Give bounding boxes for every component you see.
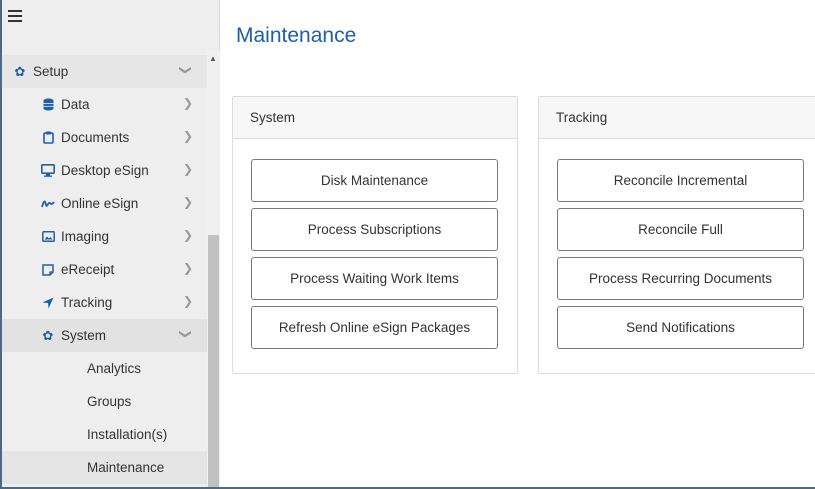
sidebar-item-installations[interactable]: Installation(s) xyxy=(2,418,207,451)
scrollbar-thumb[interactable] xyxy=(208,235,219,487)
chevron-right-icon: ❯ xyxy=(182,228,193,242)
signature-icon xyxy=(40,199,56,209)
sidebar-item-documents[interactable]: Documents ❯ xyxy=(2,121,207,154)
sidebar-item-label: Desktop eSign xyxy=(61,163,149,178)
panel-title: System xyxy=(233,97,517,139)
panel-title: Tracking xyxy=(539,97,815,139)
sidebar-item-system[interactable]: ✿ System ❯ xyxy=(2,319,207,352)
sidebar-item-online-esign[interactable]: Online eSign ❯ xyxy=(2,187,207,220)
sidebar-item-label: Analytics xyxy=(87,361,142,376)
sidebar-item-groups[interactable]: Groups xyxy=(2,385,207,418)
process-recurring-documents-button[interactable]: Process Recurring Documents xyxy=(557,257,804,300)
sidebar-scrollbar[interactable]: ▲ xyxy=(207,50,220,487)
gear-icon: ✿ xyxy=(14,63,26,79)
process-waiting-work-items-button[interactable]: Process Waiting Work Items xyxy=(251,257,498,300)
chevron-right-icon: ❯ xyxy=(182,162,193,176)
monitor-icon xyxy=(40,164,56,177)
chevron-right-icon: ❯ xyxy=(182,96,193,110)
sidebar-item-label: eReceipt xyxy=(61,262,115,277)
location-arrow-icon xyxy=(40,297,56,309)
reconcile-incremental-button[interactable]: Reconcile Incremental xyxy=(557,159,804,202)
process-subscriptions-button[interactable]: Process Subscriptions xyxy=(251,208,498,251)
sidebar-item-setup[interactable]: ✿ Setup ❯ xyxy=(2,55,207,88)
refresh-online-esign-packages-button[interactable]: Refresh Online eSign Packages xyxy=(251,306,498,349)
main-content: Maintenance System Disk Maintenance Proc… xyxy=(221,0,815,487)
sidebar-item-ereceipt[interactable]: eReceipt ❯ xyxy=(2,253,207,286)
sidebar-item-label: System xyxy=(61,328,107,343)
send-notifications-button[interactable]: Send Notifications xyxy=(557,306,804,349)
sidebar-item-label: Installation(s) xyxy=(87,427,168,442)
sidebar-item-data[interactable]: Data ❯ xyxy=(2,88,207,121)
image-icon xyxy=(40,231,56,242)
sidebar-item-label: Groups xyxy=(87,394,132,409)
sidebar-item-label: Tracking xyxy=(61,295,113,310)
sidebar-item-label: Maintenance xyxy=(87,460,165,475)
sidebar-item-tracking[interactable]: Tracking ❯ xyxy=(2,286,207,319)
chevron-right-icon: ❯ xyxy=(182,195,193,209)
sidebar-item-analytics[interactable]: Analytics xyxy=(2,352,207,385)
sidebar-item-desktop-esign[interactable]: Desktop eSign ❯ xyxy=(2,154,207,187)
cogs-icon: ✿ xyxy=(42,327,54,343)
sidebar-item-label: Online eSign xyxy=(61,196,139,211)
database-icon xyxy=(40,98,56,111)
panel-body: Reconcile Incremental Reconcile Full Pro… xyxy=(539,139,815,349)
receipt-icon xyxy=(40,263,56,276)
page-title: Maintenance xyxy=(236,24,357,47)
chevron-right-icon: ❯ xyxy=(182,261,193,275)
chevron-down-icon: ❯ xyxy=(178,328,193,340)
system-panel: System Disk Maintenance Process Subscrip… xyxy=(232,96,518,374)
chevron-right-icon: ❯ xyxy=(182,294,193,308)
sidebar-menu: ✿ Setup ❯ Data ❯ Documents ❯ Desktop eSi… xyxy=(2,55,207,484)
sidebar-item-label: Imaging xyxy=(61,229,110,244)
clipboard-icon xyxy=(40,131,56,144)
disk-maintenance-button[interactable]: Disk Maintenance xyxy=(251,159,498,202)
hamburger-menu-icon[interactable] xyxy=(8,10,22,22)
chevron-down-icon: ❯ xyxy=(178,64,193,76)
sidebar-item-label: Documents xyxy=(61,130,130,145)
sidebar-item-label: Data xyxy=(61,97,90,112)
sidebar-item-imaging[interactable]: Imaging ❯ xyxy=(2,220,207,253)
reconcile-full-button[interactable]: Reconcile Full xyxy=(557,208,804,251)
chevron-right-icon: ❯ xyxy=(182,129,193,143)
sidebar-item-maintenance[interactable]: Maintenance xyxy=(2,451,207,484)
scroll-up-arrow-icon[interactable]: ▲ xyxy=(209,54,217,63)
sidebar-item-label: Setup xyxy=(33,64,69,79)
sidebar: ✿ Setup ❯ Data ❯ Documents ❯ Desktop eSi… xyxy=(2,0,220,487)
tracking-panel: Tracking Reconcile Incremental Reconcile… xyxy=(538,96,815,374)
panel-body: Disk Maintenance Process Subscriptions P… xyxy=(233,139,517,349)
